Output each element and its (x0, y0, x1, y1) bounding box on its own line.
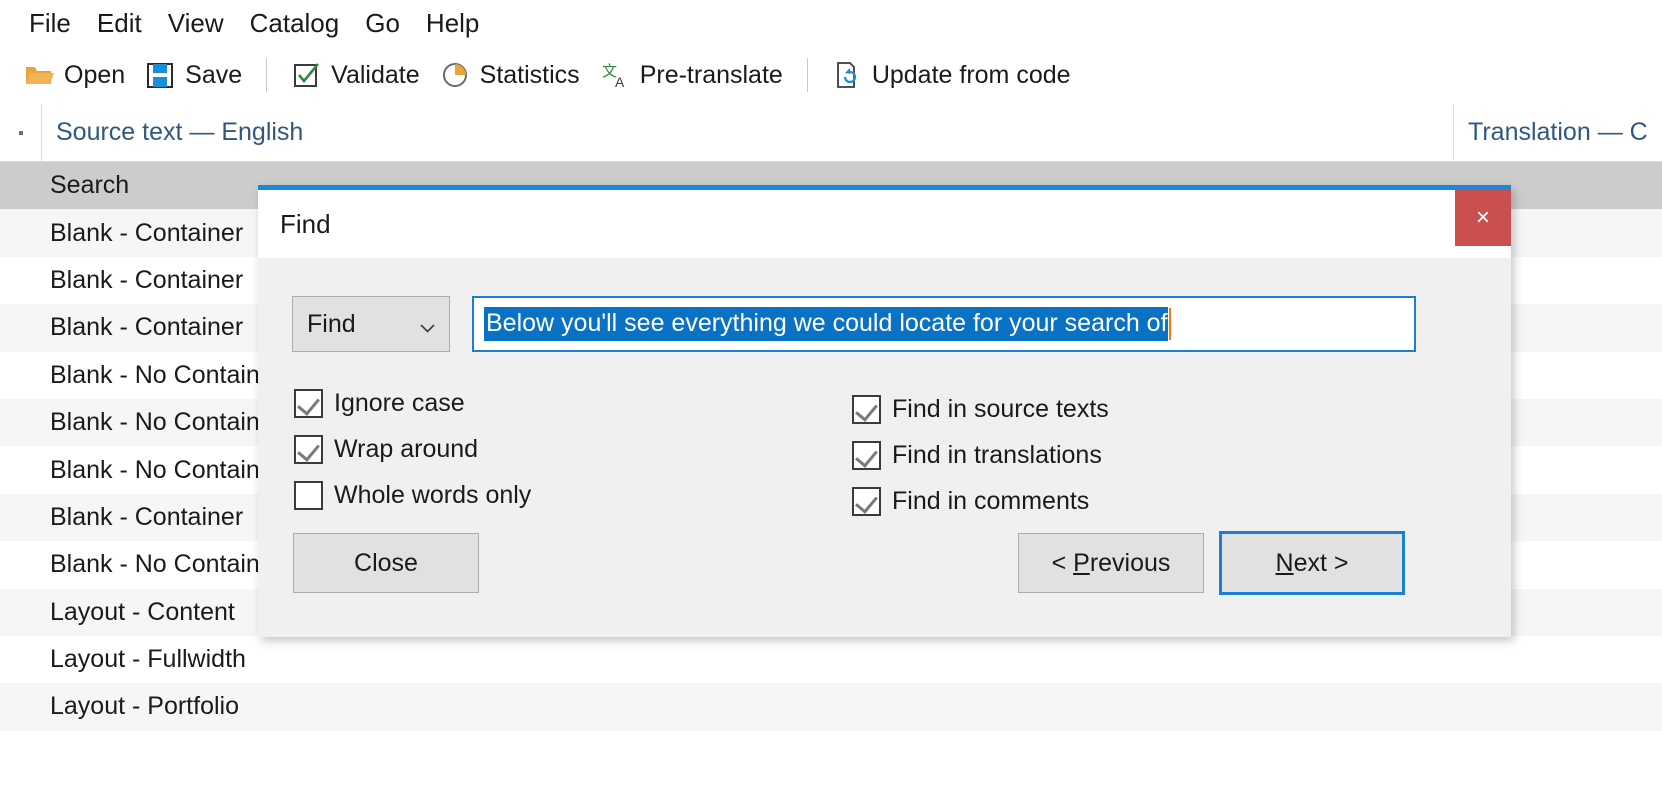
dialog-title: Find (258, 209, 331, 240)
search-input-value: Below you'll see everything we could loc… (484, 307, 1168, 341)
chevron-down-icon (420, 320, 435, 329)
toolbar-separator-2 (807, 58, 808, 92)
checkbox-wrap-around[interactable]: Wrap around (294, 426, 531, 472)
row-source-text: Blank - Container (42, 219, 243, 248)
translate-icon: 文 A (600, 60, 630, 90)
next-button-suffix: > (1327, 549, 1349, 577)
next-button-mnemonic: N (1276, 549, 1294, 577)
search-options-left: Ignore case Wrap around Whole words only (294, 380, 531, 518)
row-source-text: Layout - Portfolio (42, 692, 239, 721)
toolbar-button-update-from-code[interactable]: Update from code (822, 56, 1081, 94)
row-source-text: Blank - No Container (42, 456, 282, 485)
checkbox-label: Whole words only (334, 481, 531, 510)
application-window: File Edit View Catalog Go Help Open (0, 0, 1662, 785)
find-mode-select[interactable]: Find (292, 296, 450, 352)
find-mode-select-value: Find (293, 310, 356, 339)
menu-item-catalog[interactable]: Catalog (237, 6, 353, 41)
pie-chart-icon (440, 60, 470, 90)
checkbox-label: Wrap around (334, 435, 478, 464)
checkbox-find-in-source-texts[interactable]: Find in source texts (852, 386, 1109, 432)
checkbox-whole-words-only[interactable]: Whole words only (294, 472, 531, 518)
checkbox-check-icon (852, 441, 881, 470)
menu-item-go[interactable]: Go (352, 6, 413, 41)
page-refresh-icon (832, 60, 862, 90)
toolbar-label-update-from-code: Update from code (872, 61, 1071, 90)
menu-item-file[interactable]: File (16, 6, 84, 41)
toolbar-button-save[interactable]: Save (135, 56, 252, 94)
column-header-source[interactable]: Source text — English (42, 104, 1454, 161)
previous-button-prefix: < (1052, 549, 1074, 577)
next-button-rest: ext (1294, 549, 1327, 577)
row-source-text: Blank - Container (42, 313, 243, 342)
floppy-disk-icon (145, 60, 175, 90)
checkbox-find-in-translations[interactable]: Find in translations (852, 432, 1109, 478)
toolbar-button-pre-translate[interactable]: 文 A Pre-translate (590, 56, 793, 94)
previous-button-mnemonic: P (1073, 549, 1090, 577)
toolbar-button-statistics[interactable]: Statistics (430, 56, 590, 94)
close-icon[interactable]: × (1455, 190, 1511, 246)
row-source-text: Blank - Container (42, 503, 243, 532)
previous-button-rest: revious (1090, 549, 1171, 577)
checkbox-empty-icon (294, 481, 323, 510)
menu-item-view[interactable]: View (155, 6, 237, 41)
checkbox-label: Ignore case (334, 389, 465, 418)
row-source-text: Blank - No Container (42, 361, 282, 390)
menu-item-edit[interactable]: Edit (84, 6, 155, 41)
toolbar-label-pre-translate: Pre-translate (640, 61, 783, 90)
gutter-dot-icon (19, 131, 23, 135)
find-dialog: Find × Find Below you'll see everything … (258, 185, 1511, 637)
toolbar-label-save: Save (185, 61, 242, 90)
checkbox-label: Find in source texts (892, 395, 1109, 424)
row-source-text: Layout - Fullwidth (42, 645, 246, 674)
search-row: Find Below you'll see everything we coul… (292, 296, 1416, 352)
menu-item-help[interactable]: Help (413, 6, 492, 41)
toolbar-button-open[interactable]: Open (14, 56, 135, 94)
menu-bar: File Edit View Catalog Go Help (0, 0, 1662, 46)
row-source-text: Blank - No Container (42, 408, 282, 437)
row-source-text: Layout - Content (42, 598, 235, 627)
table-row[interactable]: Layout - Portfolio (0, 683, 1662, 730)
toolbar-label-open: Open (64, 61, 125, 90)
close-button[interactable]: Close (293, 533, 479, 593)
search-options-right: Find in source texts Find in translation… (852, 386, 1109, 524)
previous-button[interactable]: < Previous (1018, 533, 1204, 593)
table-row[interactable] (0, 731, 1662, 778)
checkbox-label: Find in translations (892, 441, 1102, 470)
checkbox-check-icon (852, 395, 881, 424)
checkbox-ignore-case[interactable]: Ignore case (294, 380, 531, 426)
checkbox-check-icon (294, 435, 323, 464)
column-header-translation[interactable]: Translation — C (1454, 104, 1662, 161)
dialog-body: Find Below you'll see everything we coul… (258, 258, 1511, 637)
checkbox-find-in-comments[interactable]: Find in comments (852, 478, 1109, 524)
checkbox-check-icon (852, 487, 881, 516)
toolbar-button-validate[interactable]: Validate (281, 56, 430, 94)
column-header-gutter (0, 104, 42, 161)
open-folder-icon (24, 60, 54, 90)
toolbar-label-statistics: Statistics (480, 61, 580, 90)
table-row[interactable]: Layout - Fullwidth (0, 636, 1662, 683)
svg-text:A: A (615, 74, 625, 90)
next-button[interactable]: Next > (1219, 531, 1405, 595)
row-source-text: Blank - No Container (42, 550, 282, 579)
dialog-title-bar: Find × (258, 190, 1511, 258)
checkbox-check-icon (294, 389, 323, 418)
toolbar-label-validate: Validate (331, 61, 420, 90)
search-input[interactable]: Below you'll see everything we could loc… (472, 296, 1416, 352)
row-source-text: Blank - Container (42, 266, 243, 295)
checkbox-label: Find in comments (892, 487, 1089, 516)
toolbar-separator-1 (266, 58, 267, 92)
text-caret (1169, 308, 1171, 340)
checkbox-check-icon (291, 60, 321, 90)
toolbar: Open Save Validate (0, 46, 1662, 104)
row-source-text: Search (42, 171, 129, 200)
column-header-bar: Source text — English Translation — C (0, 104, 1662, 162)
